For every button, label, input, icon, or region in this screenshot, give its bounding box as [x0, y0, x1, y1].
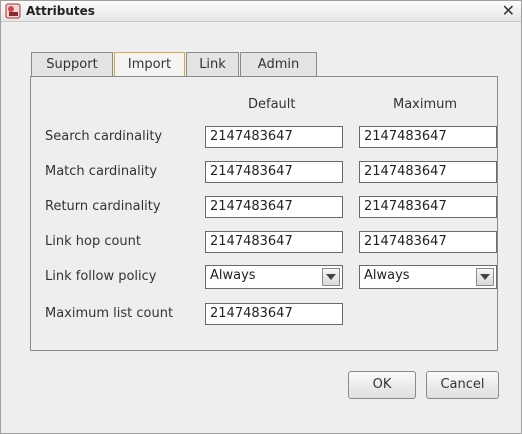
return-cardinality-maximum-field[interactable]: 2147483647 — [359, 196, 497, 218]
return-cardinality-default-field[interactable]: 2147483647 — [205, 196, 343, 218]
attributes-dialog: Attributes ✕ Support Import Link Admin D… — [0, 0, 522, 434]
tab-import[interactable]: Import — [114, 52, 185, 77]
selected-value: Always — [364, 268, 410, 283]
label-link-hop-count: Link hop count — [45, 234, 142, 249]
search-cardinality-default-field[interactable]: 2147483647 — [205, 126, 343, 148]
tab-link[interactable]: Link — [186, 52, 239, 76]
close-icon[interactable]: ✕ — [502, 1, 515, 20]
ok-button[interactable]: OK — [348, 371, 416, 399]
window-title: Attributes — [26, 4, 95, 18]
tab-admin[interactable]: Admin — [240, 52, 317, 76]
column-header-maximum: Maximum — [393, 97, 458, 112]
search-cardinality-maximum-field[interactable]: 2147483647 — [359, 126, 497, 148]
app-icon — [5, 3, 21, 19]
link-hop-count-maximum-field[interactable]: 2147483647 — [359, 231, 497, 253]
link-follow-policy-default-select[interactable]: Always — [205, 265, 343, 289]
selected-value: Always — [210, 268, 256, 283]
link-hop-count-default-field[interactable]: 2147483647 — [205, 231, 343, 253]
maximum-list-count-default-field[interactable]: 2147483647 — [205, 303, 343, 325]
match-cardinality-default-field[interactable]: 2147483647 — [205, 161, 343, 183]
label-return-cardinality: Return cardinality — [45, 199, 161, 214]
label-search-cardinality: Search cardinality — [45, 129, 163, 144]
chevron-down-icon[interactable] — [476, 268, 494, 286]
label-link-follow-policy: Link follow policy — [45, 269, 157, 284]
link-follow-policy-maximum-select[interactable]: Always — [359, 265, 497, 289]
label-match-cardinality: Match cardinality — [45, 164, 158, 179]
column-header-default: Default — [248, 97, 296, 112]
chevron-down-icon[interactable] — [322, 268, 340, 286]
cancel-button[interactable]: Cancel — [426, 371, 499, 399]
match-cardinality-maximum-field[interactable]: 2147483647 — [359, 161, 497, 183]
label-maximum-list-count: Maximum list count — [45, 306, 174, 321]
title-bar[interactable]: Attributes ✕ — [1, 1, 521, 22]
tab-support[interactable]: Support — [31, 52, 113, 76]
